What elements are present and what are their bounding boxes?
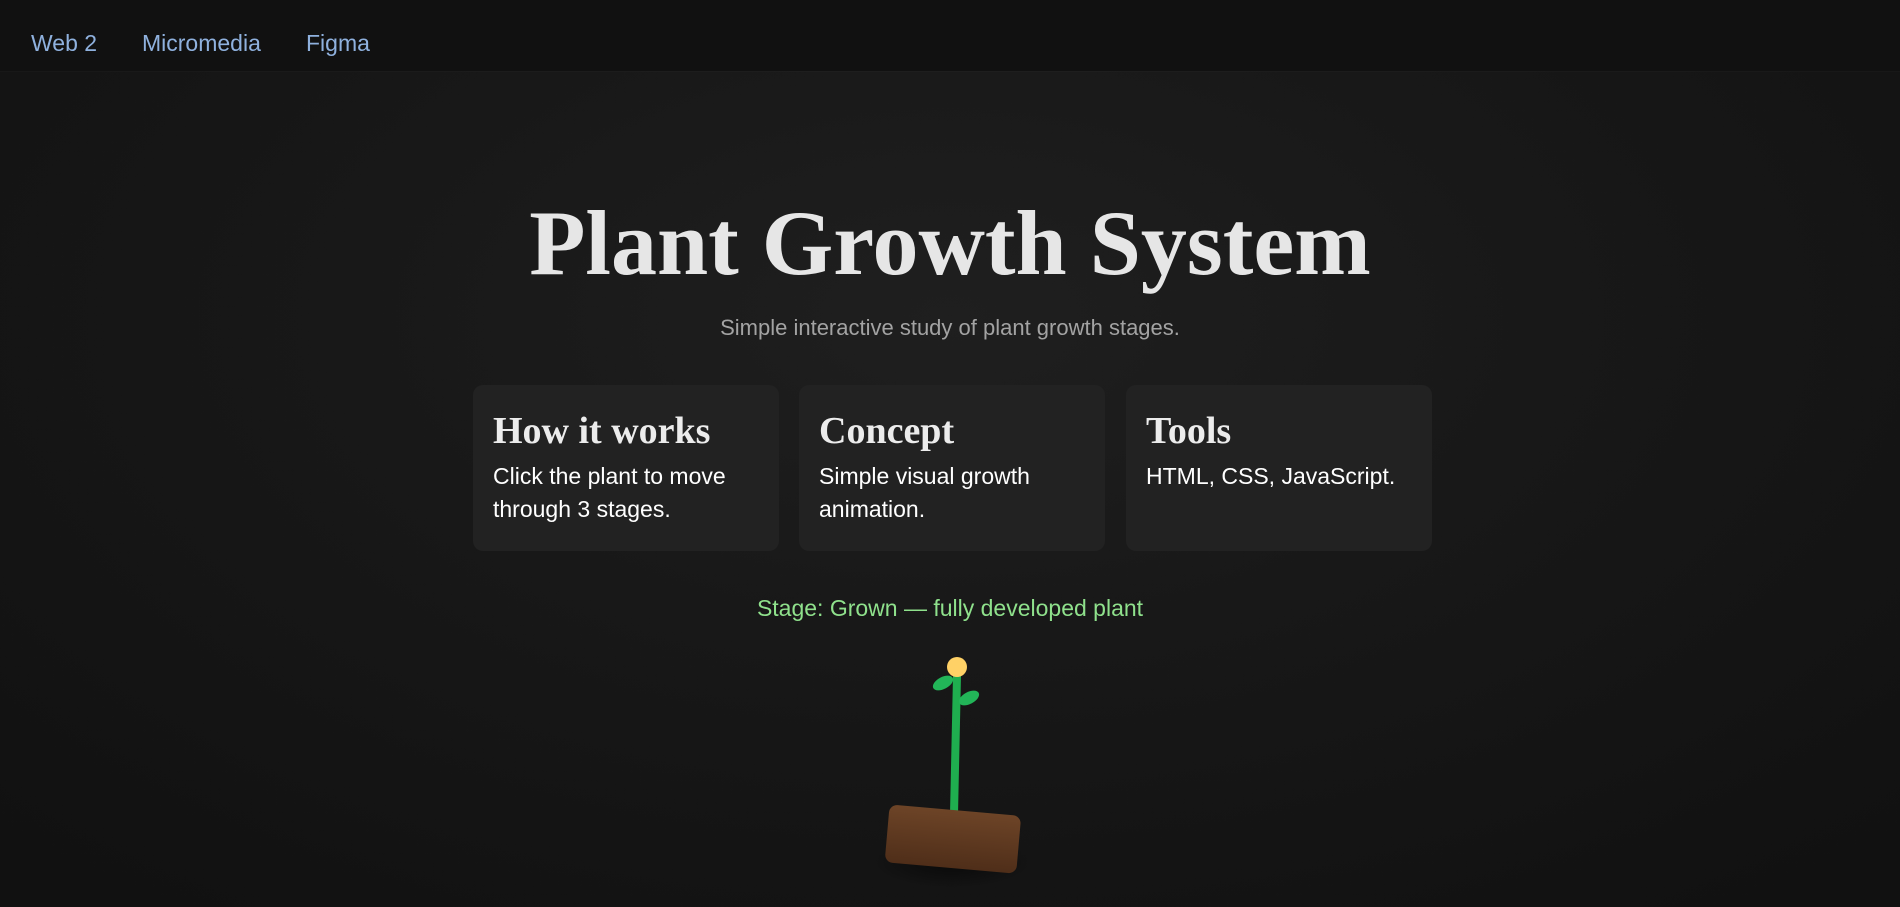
page-subtitle: Simple interactive study of plant growth…	[720, 315, 1180, 340]
page-title: Plant Growth System	[529, 192, 1371, 294]
nav-link-figma[interactable]: Figma	[306, 29, 370, 57]
card-body: Click the plant to move through 3 stages…	[493, 463, 726, 522]
card-title: Tools	[1146, 410, 1232, 452]
nav-link-web-2[interactable]: Web 2	[31, 29, 97, 57]
plant-illustration	[872, 657, 1032, 888]
stage-status-text: Stage: Grown — fully developed plant	[756, 595, 1144, 621]
card-tools: Tools HTML, CSS, JavaScript.	[1126, 385, 1432, 551]
plant-stem	[950, 672, 961, 818]
card-body: Simple visual growth animation.	[819, 463, 1030, 522]
nav-link-micromedia[interactable]: Micromedia	[142, 29, 261, 57]
flower-bud	[947, 657, 967, 677]
top-navigation: Web 2 Micromedia Figma	[0, 0, 1900, 71]
card-how-it-works: How it works Click the plant to move thr…	[473, 385, 779, 551]
card-title: Concept	[819, 410, 955, 452]
plant-clickable[interactable]	[860, 640, 1040, 907]
card-body: HTML, CSS, JavaScript.	[1146, 463, 1396, 489]
leaf-left	[932, 675, 954, 691]
card-concept: Concept Simple visual growth animation.	[799, 385, 1105, 551]
card-title: How it works	[493, 410, 711, 452]
plant-pot	[885, 805, 1021, 874]
